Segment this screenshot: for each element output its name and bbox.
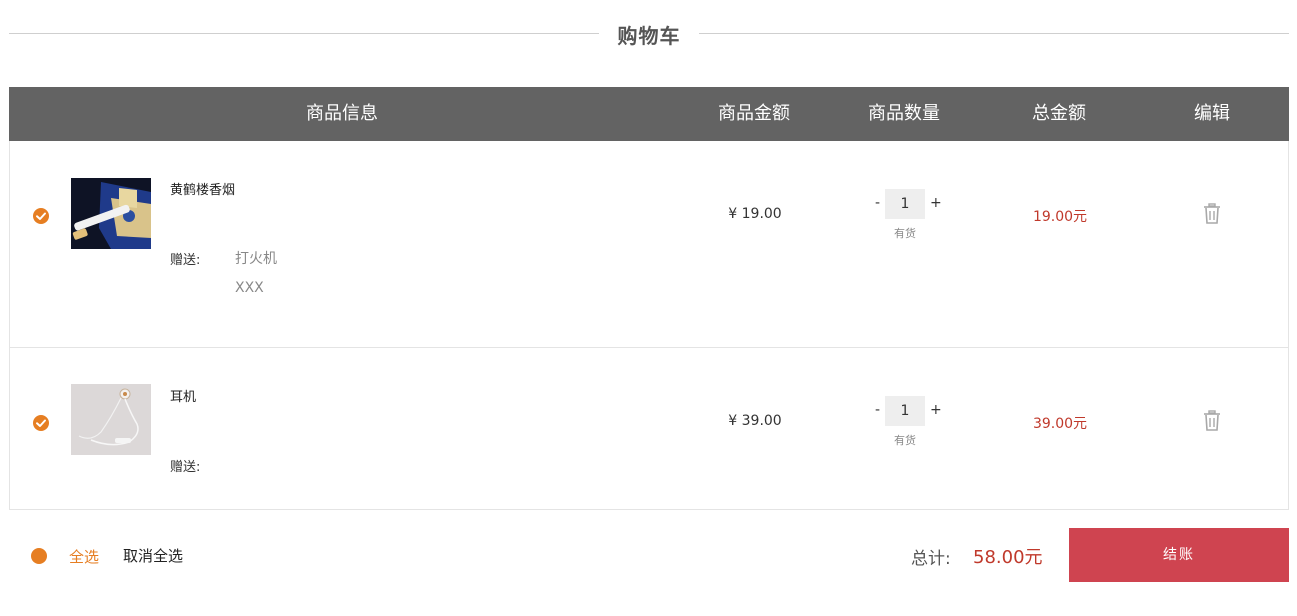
item-select-checkbox[interactable] <box>33 208 49 224</box>
header-edit: 编辑 <box>1194 103 1230 124</box>
header-price: 商品金额 <box>718 103 790 124</box>
quantity-stepper: - 1 + 有货 <box>855 396 955 447</box>
check-icon <box>36 419 46 427</box>
unselect-all-button[interactable]: 取消全选 <box>123 545 183 566</box>
gift-label: 赠送: <box>170 460 201 475</box>
stock-status: 有货 <box>894 434 916 447</box>
trash-icon <box>1204 203 1220 224</box>
item-total: 19.00元 <box>1032 209 1088 225</box>
total-label: 总计: <box>911 549 951 569</box>
gift-item: 打火机 <box>235 251 277 267</box>
header-product-info: 商品信息 <box>306 103 378 124</box>
delete-item-button[interactable] <box>1202 410 1222 432</box>
header-total: 总金额 <box>1032 103 1086 124</box>
product-name[interactable]: 耳机 <box>170 386 196 405</box>
cart-footer: 全选 取消全选 总计: 58.00元 结账 <box>9 528 1289 582</box>
select-all-radio[interactable] <box>31 548 47 564</box>
cart-item-row: 黄鹤楼香烟 赠送: 打火机 XXX ¥ 19.00 - 1 + 有货 19.00… <box>9 141 1289 348</box>
earphones-image <box>71 384 151 455</box>
item-total: 39.00元 <box>1032 416 1088 432</box>
page-title: 购物车 <box>617 24 681 48</box>
total-value: 58.00元 <box>973 547 1043 568</box>
quantity-decrease-button[interactable]: - <box>875 402 880 418</box>
delete-item-button[interactable] <box>1202 203 1222 225</box>
cart-item-row: 耳机 赠送: ¥ 39.00 - 1 + 有货 39.00元 <box>9 348 1289 510</box>
quantity-input[interactable]: 1 <box>885 396 925 426</box>
checkout-button[interactable]: 结账 <box>1069 528 1289 582</box>
product-name[interactable]: 黄鹤楼香烟 <box>170 179 235 198</box>
cart-table: 商品信息 商品金额 商品数量 总金额 编辑 黄鹤楼香烟 赠送: 打火机 XXX … <box>9 87 1289 510</box>
quantity-increase-button[interactable]: + <box>930 402 942 418</box>
item-price: ¥ 39.00 <box>728 413 782 429</box>
trash-icon <box>1204 410 1220 431</box>
title-divider-left <box>9 33 599 34</box>
quantity-increase-button[interactable]: + <box>930 195 942 211</box>
gift-item: XXX <box>235 280 264 296</box>
cigarette-pack-image <box>71 178 151 249</box>
check-icon <box>36 212 46 220</box>
select-all-button[interactable]: 全选 <box>69 546 99 567</box>
quantity-stepper: - 1 + 有货 <box>855 189 955 240</box>
item-price: ¥ 19.00 <box>728 206 782 222</box>
item-select-checkbox[interactable] <box>33 415 49 431</box>
stock-status: 有货 <box>894 227 916 240</box>
cart-table-header: 商品信息 商品金额 商品数量 总金额 编辑 <box>9 87 1289 141</box>
title-divider-right <box>699 33 1289 34</box>
product-image[interactable] <box>71 384 151 455</box>
quantity-input[interactable]: 1 <box>885 189 925 219</box>
product-image[interactable] <box>71 178 151 249</box>
gift-label: 赠送: <box>170 253 201 268</box>
page-header: 购物车 <box>9 18 1289 50</box>
header-quantity: 商品数量 <box>868 103 940 124</box>
quantity-decrease-button[interactable]: - <box>875 195 880 211</box>
